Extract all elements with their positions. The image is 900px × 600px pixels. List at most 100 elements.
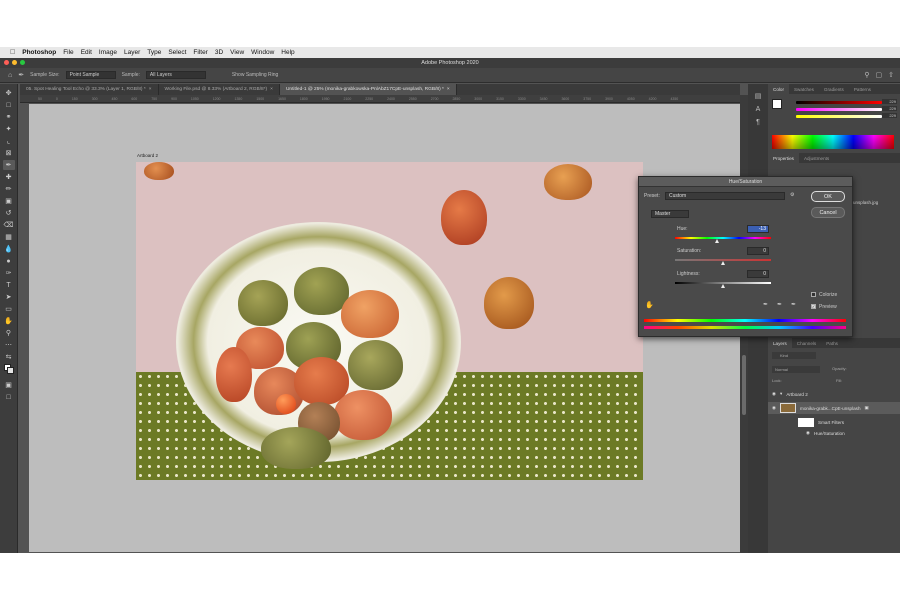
- layer-row-image[interactable]: ◉ monika-grabk...CpE-unsplash ▣: [768, 402, 900, 414]
- tab-properties[interactable]: Properties: [768, 153, 799, 163]
- eyedropper-tool-icon[interactable]: ✒: [18, 71, 24, 79]
- frame-tool-icon[interactable]: ⊠: [3, 148, 15, 158]
- menu-filter[interactable]: Filter: [193, 49, 207, 56]
- lightness-input[interactable]: 0: [747, 270, 769, 278]
- tab-paths[interactable]: Paths: [821, 338, 843, 348]
- minimize-window-button[interactable]: [12, 60, 17, 65]
- blur-tool-icon[interactable]: 💧: [3, 244, 15, 254]
- character-panel-icon[interactable]: A: [756, 106, 761, 113]
- menu-image[interactable]: Image: [99, 49, 117, 56]
- layer-row-hue-saturation[interactable]: ◉ Hue/Saturation: [768, 427, 900, 439]
- lasso-tool-icon[interactable]: ⚭: [3, 112, 15, 122]
- pen-tool-icon[interactable]: ✑: [3, 268, 15, 278]
- shape-tool-icon[interactable]: ▭: [3, 304, 15, 314]
- tab-spot-healing[interactable]: 05. Spot Healing Tool Echo @ 33.3% (Laye…: [20, 84, 159, 95]
- ok-button[interactable]: OK: [811, 191, 845, 202]
- history-panel-icon[interactable]: ▤: [755, 92, 762, 100]
- apple-icon[interactable]: : [10, 49, 15, 56]
- menu-layer[interactable]: Layer: [124, 49, 140, 56]
- blue-value[interactable]: 229: [882, 113, 897, 118]
- home-icon[interactable]: ⌂: [8, 72, 12, 79]
- blue-slider[interactable]: [796, 115, 882, 118]
- scrollbar-thumb[interactable]: [742, 355, 746, 415]
- green-slider[interactable]: [796, 108, 882, 111]
- blend-mode-select[interactable]: Normal: [772, 366, 820, 373]
- eye-icon[interactable]: ◉: [772, 405, 776, 411]
- red-slider[interactable]: [796, 101, 882, 104]
- hand-tool-icon[interactable]: ✋: [3, 316, 15, 326]
- healing-brush-tool-icon[interactable]: ✚: [3, 172, 15, 182]
- lightness-slider-knob[interactable]: [720, 284, 725, 288]
- path-select-tool-icon[interactable]: ➤: [3, 292, 15, 302]
- dialog-title[interactable]: Hue/Saturation: [639, 177, 852, 187]
- share-icon[interactable]: ⇧: [888, 71, 894, 79]
- tab-patterns[interactable]: Patterns: [849, 84, 876, 94]
- type-tool-icon[interactable]: T: [3, 280, 15, 290]
- tab-color[interactable]: Color: [768, 84, 789, 94]
- gradient-tool-icon[interactable]: ▦: [3, 232, 15, 242]
- menu-view[interactable]: View: [230, 49, 244, 56]
- artboard-image[interactable]: [136, 162, 643, 480]
- channel-select[interactable]: Master: [651, 210, 689, 218]
- layer-row-artboard[interactable]: ◉ ▾ Artboard 2: [768, 388, 900, 400]
- tab-swatches[interactable]: Swatches: [789, 84, 819, 94]
- hue-input[interactable]: -13: [747, 225, 769, 233]
- crop-tool-icon[interactable]: ⌞: [3, 136, 15, 146]
- eyedropper-minus-icon[interactable]: ✒: [791, 301, 796, 308]
- colorize-checkbox[interactable]: [811, 292, 816, 297]
- marquee-tool-icon[interactable]: □: [3, 100, 15, 110]
- clone-stamp-tool-icon[interactable]: ▣: [3, 196, 15, 206]
- workspace-icon[interactable]: ▢: [876, 71, 883, 79]
- quick-mask-icon[interactable]: ▣: [3, 380, 15, 390]
- hue-slider-knob[interactable]: [714, 239, 719, 243]
- menu-help[interactable]: Help: [281, 49, 294, 56]
- close-icon[interactable]: ×: [270, 87, 273, 92]
- eyedropper-icon[interactable]: ✒: [763, 301, 768, 308]
- zoom-window-button[interactable]: [20, 60, 25, 65]
- quick-select-tool-icon[interactable]: ✦: [3, 124, 15, 134]
- preset-select[interactable]: Custom: [665, 192, 785, 200]
- screen-mode-icon[interactable]: □: [3, 392, 15, 402]
- tab-untitled-1[interactable]: Untitled-1 @ 25% (monika-grabkowska-PnlA…: [279, 84, 457, 95]
- menu-edit[interactable]: Edit: [81, 49, 92, 56]
- menu-window[interactable]: Window: [251, 49, 274, 56]
- artboard-label[interactable]: Artboard 2: [137, 153, 158, 158]
- eraser-tool-icon[interactable]: ⌫: [3, 220, 15, 230]
- close-icon[interactable]: ×: [149, 87, 152, 92]
- move-tool-icon[interactable]: ✥: [3, 88, 15, 98]
- target-adjust-hand-icon[interactable]: ✋: [645, 301, 654, 309]
- preview-checkbox[interactable]: ✓: [811, 304, 816, 309]
- history-brush-tool-icon[interactable]: ↺: [3, 208, 15, 218]
- menu-select[interactable]: Select: [168, 49, 186, 56]
- foreground-background-color-icon[interactable]: [3, 364, 15, 374]
- search-icon[interactable]: ⚲: [864, 71, 869, 79]
- show-sampling-ring-checkbox[interactable]: Show Sampling Ring: [232, 72, 278, 78]
- eye-icon[interactable]: ◉: [806, 430, 810, 436]
- close-icon[interactable]: ×: [447, 87, 450, 92]
- color-swatch-foreground[interactable]: [772, 99, 782, 109]
- close-window-button[interactable]: [4, 60, 9, 65]
- dodge-tool-icon[interactable]: ●: [3, 256, 15, 266]
- canvas-area[interactable]: Artboard 2: [29, 104, 740, 552]
- color-spectrum[interactable]: [772, 135, 894, 149]
- paragraph-panel-icon[interactable]: ¶: [756, 119, 760, 126]
- brush-tool-icon[interactable]: ✏: [3, 184, 15, 194]
- more-tools-icon[interactable]: ⋯: [3, 340, 15, 350]
- eye-icon[interactable]: ◉: [772, 391, 776, 397]
- hue-slider[interactable]: [675, 237, 771, 239]
- eyedropper-tool-icon[interactable]: ✒: [2, 160, 15, 170]
- tab-adjustments[interactable]: Adjustments: [799, 153, 834, 163]
- menu-file[interactable]: File: [63, 49, 73, 56]
- swap-colors-icon[interactable]: ⇆: [3, 352, 15, 362]
- tab-layers[interactable]: Layers: [768, 338, 792, 348]
- green-value[interactable]: 229: [882, 106, 897, 111]
- sample-select[interactable]: All Layers: [145, 71, 206, 79]
- tab-working-file[interactable]: Working File.psd @ 8.33% (Artboard 2, RG…: [159, 84, 280, 95]
- menu-3d[interactable]: 3D: [215, 49, 223, 56]
- red-value[interactable]: 229: [882, 99, 897, 104]
- saturation-input[interactable]: 0: [747, 247, 769, 255]
- eyedropper-plus-icon[interactable]: ✒: [777, 301, 782, 308]
- menu-app-name[interactable]: Photoshop: [22, 49, 56, 56]
- saturation-slider-knob[interactable]: [720, 261, 725, 265]
- preset-options-icon[interactable]: ⚙: [790, 192, 794, 198]
